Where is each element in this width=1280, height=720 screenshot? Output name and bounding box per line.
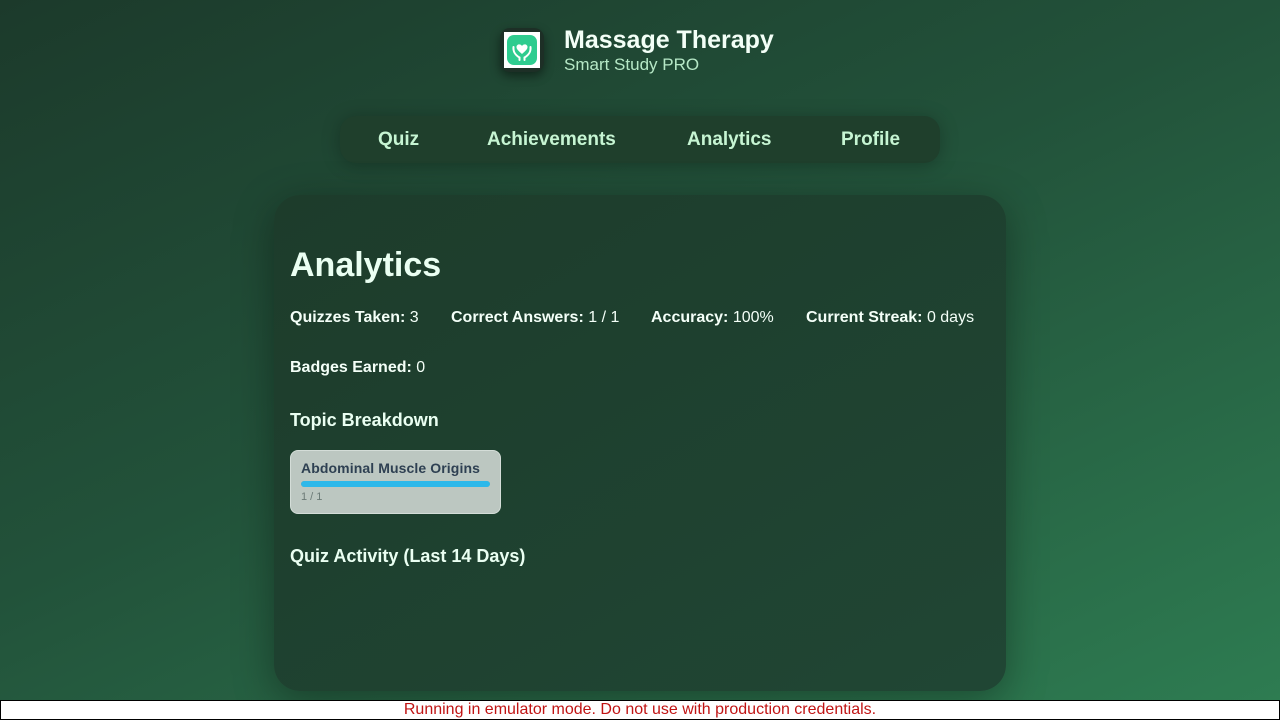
stat-badges-earned: Badges Earned: 0	[290, 358, 425, 378]
stat-accuracy: Accuracy: 100%	[651, 308, 774, 328]
analytics-card: Analytics Quizzes Taken: 3 Correct Answe…	[274, 195, 1006, 691]
topic-count: 1 / 1	[301, 491, 323, 503]
nav-profile[interactable]: Profile	[841, 116, 900, 163]
topic-card[interactable]: Abdominal Muscle Origins 1 / 1	[290, 450, 501, 514]
nav-achievements[interactable]: Achievements	[487, 116, 616, 163]
nav-analytics[interactable]: Analytics	[687, 116, 771, 163]
stat-value: 0	[416, 359, 426, 376]
stat-label: Correct Answers:	[451, 309, 584, 326]
stat-correct-answers: Correct Answers: 1 / 1	[451, 308, 619, 328]
nav-quiz[interactable]: Quiz	[378, 116, 419, 163]
topic-progress-fill	[301, 481, 490, 487]
stat-current-streak: Current Streak: 0 days	[806, 308, 974, 328]
stat-label: Badges Earned:	[290, 359, 412, 376]
stat-value: 1 / 1	[588, 309, 620, 326]
emulator-warning-banner: Running in emulator mode. Do not use wit…	[0, 700, 1280, 720]
app-logo	[500, 28, 544, 72]
stat-label: Current Streak:	[806, 309, 923, 326]
quiz-activity-heading: Quiz Activity (Last 14 Days)	[290, 546, 526, 566]
page-title: Analytics	[290, 246, 442, 284]
stat-label: Quizzes Taken:	[290, 309, 406, 326]
stat-value: 100%	[732, 309, 774, 326]
app-title: Massage Therapy	[564, 25, 774, 54]
brand: Massage Therapy Smart Study PRO	[564, 26, 774, 75]
topic-name: Abdominal Muscle Origins	[301, 460, 480, 476]
stat-label: Accuracy:	[651, 309, 729, 326]
stat-quizzes-taken: Quizzes Taken: 3	[290, 308, 419, 328]
stat-value: 0 days	[926, 309, 975, 326]
hands-heart-icon	[507, 35, 537, 65]
topic-breakdown-heading: Topic Breakdown	[290, 410, 439, 430]
app-header: Massage Therapy Smart Study PRO	[500, 24, 774, 76]
topic-progress-bar	[301, 481, 490, 487]
stat-value: 3	[409, 309, 419, 326]
main-nav: Quiz Achievements Analytics Profile	[340, 116, 940, 163]
app-subtitle: Smart Study PRO	[564, 54, 700, 74]
